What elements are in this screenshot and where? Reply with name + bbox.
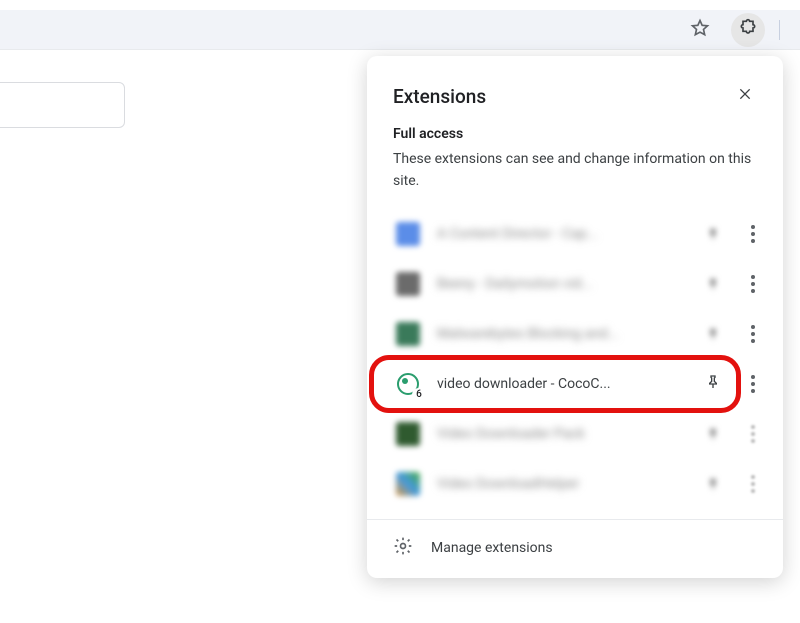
more-actions-button[interactable] xyxy=(741,470,765,498)
extension-icon xyxy=(393,219,423,249)
extensions-button[interactable] xyxy=(731,13,765,47)
popup-header: Extensions xyxy=(367,64,783,120)
extension-item[interactable]: A Content Director - Cap... xyxy=(375,209,775,259)
extension-name: Video Downloader Pack xyxy=(437,426,685,442)
bookmark-button[interactable] xyxy=(683,13,717,47)
more-vertical-icon xyxy=(751,275,755,293)
extension-name: Malwarebytes Blocking and... xyxy=(437,326,685,342)
full-access-section: Full access These extensions can see and… xyxy=(367,120,783,205)
extension-item[interactable]: Malwarebytes Blocking and... xyxy=(375,309,775,359)
manage-extensions-label: Manage extensions xyxy=(431,540,553,556)
popup-title: Extensions xyxy=(393,85,486,108)
pin-button[interactable] xyxy=(699,320,727,348)
more-actions-button[interactable] xyxy=(741,420,765,448)
extension-icon xyxy=(393,469,423,499)
extension-list: A Content Director - Cap... Beeny - Dail… xyxy=(367,205,783,513)
puzzle-icon xyxy=(738,18,758,42)
extension-item[interactable]: Beeny - Dailymotion vid... xyxy=(375,259,775,309)
more-vertical-icon xyxy=(751,425,755,443)
more-actions-button[interactable] xyxy=(741,320,765,348)
more-actions-button[interactable] xyxy=(741,220,765,248)
extension-icon: 6 xyxy=(393,369,423,399)
more-vertical-icon xyxy=(751,225,755,243)
close-icon xyxy=(737,87,753,106)
extension-item[interactable]: Video DownloadHelper xyxy=(375,459,775,509)
more-actions-button[interactable] xyxy=(741,270,765,298)
more-vertical-icon xyxy=(751,375,755,393)
manage-extensions-button[interactable]: Manage extensions xyxy=(367,520,783,578)
extension-item[interactable]: Video Downloader Pack xyxy=(375,409,775,459)
browser-toolbar xyxy=(0,10,800,50)
section-title: Full access xyxy=(393,126,757,142)
extension-name: Video DownloadHelper xyxy=(437,476,685,492)
close-button[interactable] xyxy=(733,82,757,110)
more-vertical-icon xyxy=(751,475,755,493)
pin-button[interactable] xyxy=(699,220,727,248)
pin-button[interactable] xyxy=(699,370,727,398)
star-icon xyxy=(690,18,710,42)
gear-icon xyxy=(393,536,413,560)
extension-item-highlighted[interactable]: 6 video downloader - CocoC... xyxy=(375,359,775,409)
more-actions-button[interactable] xyxy=(741,370,765,398)
pin-button[interactable] xyxy=(699,270,727,298)
section-description: These extensions can see and change info… xyxy=(393,148,757,193)
extension-badge: 6 xyxy=(412,388,426,402)
extensions-popup: Extensions Full access These extensions … xyxy=(367,56,783,578)
extension-name: A Content Director - Cap... xyxy=(437,226,685,242)
extension-icon xyxy=(393,269,423,299)
more-vertical-icon xyxy=(751,325,755,343)
extension-icon xyxy=(393,319,423,349)
extension-icon xyxy=(393,419,423,449)
extension-name: Beeny - Dailymotion vid... xyxy=(437,276,685,292)
pin-button[interactable] xyxy=(699,420,727,448)
toolbar-separator xyxy=(779,20,780,40)
extension-name: video downloader - CocoC... xyxy=(437,376,685,392)
page-input-fragment xyxy=(0,82,125,128)
pin-button[interactable] xyxy=(699,470,727,498)
pin-icon xyxy=(705,373,721,395)
